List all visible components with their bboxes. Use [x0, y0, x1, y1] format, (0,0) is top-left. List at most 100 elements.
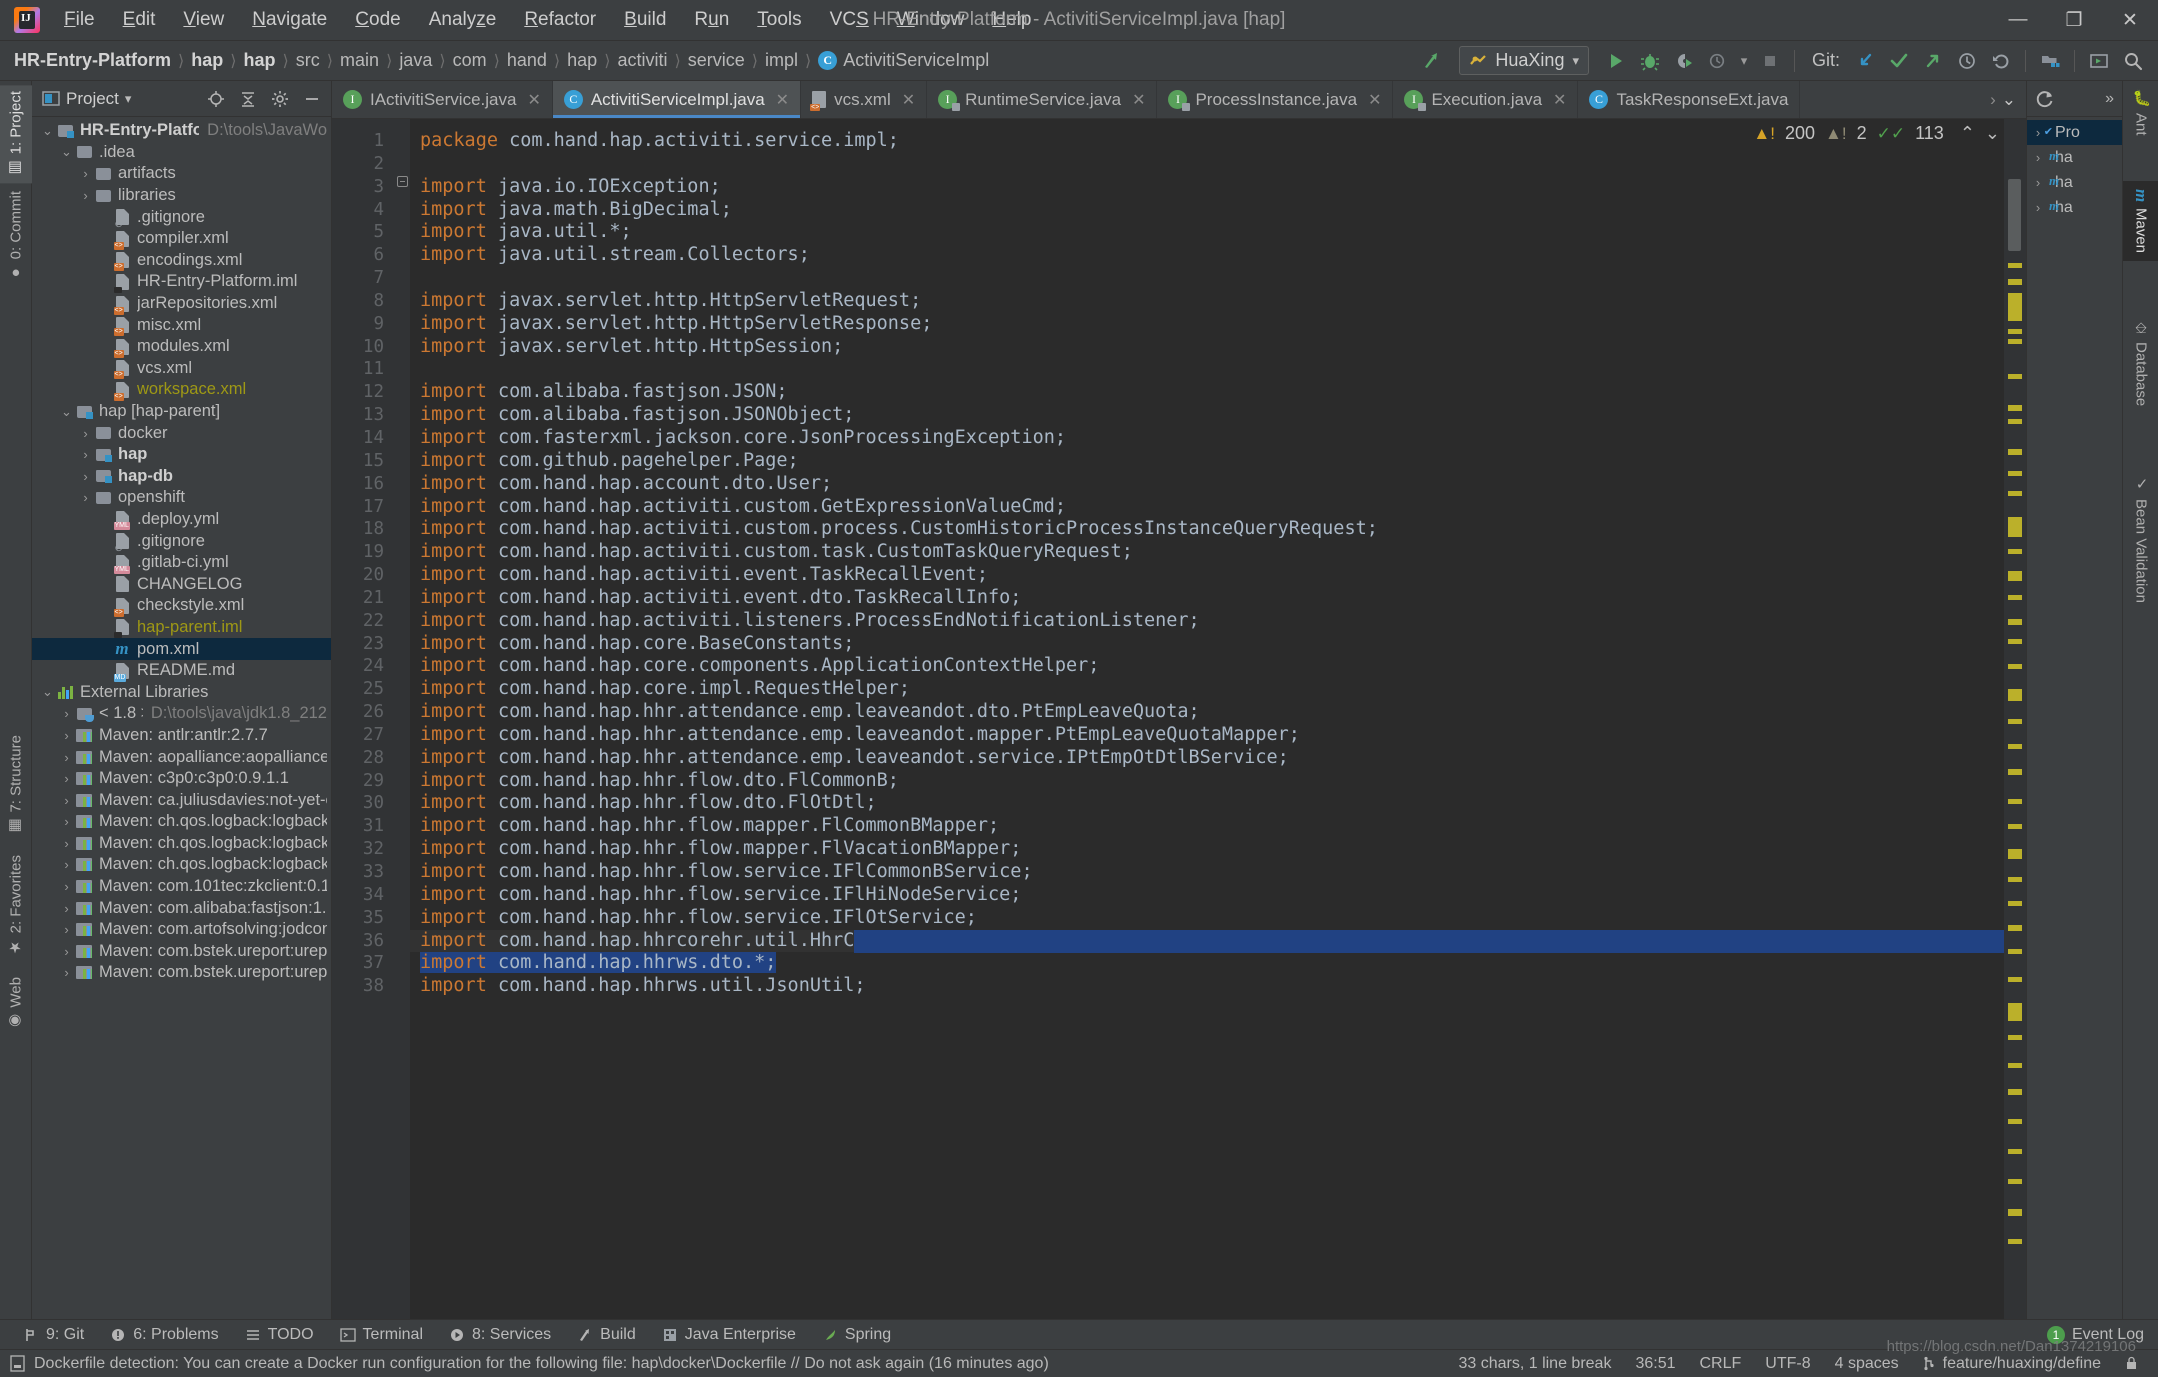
next-problem-icon[interactable]: ⌄	[1985, 123, 2000, 144]
tree-row[interactable]: ⌄HR-Entry-PlatformD:\tools\JavaWo	[32, 120, 331, 142]
project-structure-icon[interactable]	[2033, 46, 2067, 76]
code-line[interactable]: import com.alibaba.fastjson.JSONObject;	[410, 404, 2004, 427]
run-anything-icon[interactable]	[2082, 46, 2116, 76]
tab-overflow-controls[interactable]: › ⌄	[1980, 81, 2026, 118]
chevron-down-icon[interactable]: ⌄	[59, 144, 74, 160]
tree-row[interactable]: YML.deploy.yml	[32, 509, 331, 531]
code-line[interactable]: import java.math.BigDecimal;	[410, 199, 2004, 222]
tree-row[interactable]: ›hap-db	[32, 466, 331, 488]
tree-row[interactable]: ›Maven: antlr:antlr:2.7.7	[32, 725, 331, 747]
maven-project-tree[interactable]: ›Pro›mha›mha›mha	[2027, 117, 2122, 1319]
tree-row[interactable]: <>modules.xml	[32, 336, 331, 358]
editor-tab[interactable]: vcs.xml✕	[801, 81, 927, 118]
sidebar-item-web[interactable]: ◉ Web	[0, 971, 32, 1037]
breadcrumb-item-7[interactable]: hand	[507, 50, 547, 71]
chevron-right-icon[interactable]: ›	[78, 188, 93, 203]
tree-row[interactable]: <>encodings.xml	[32, 250, 331, 272]
sidebar-item-bean-validation[interactable]: ✓ Bean Validation	[2123, 467, 2158, 611]
code-editor[interactable]: 1234567891011121314151617181920212223242…	[332, 119, 2026, 1319]
code-line[interactable]: import com.alibaba.fastjson.JSON;	[410, 381, 2004, 404]
code-line[interactable]: import com.hand.hap.hhrws.util.JsonUtil;	[410, 975, 2004, 998]
chevron-right-icon[interactable]: ›	[59, 944, 74, 959]
tree-row[interactable]: MDREADME.md	[32, 660, 331, 682]
menu-item-tools[interactable]: Tools	[743, 5, 815, 35]
code-line[interactable]: import com.hand.hap.hhr.attendance.emp.l…	[410, 724, 2004, 747]
breadcrumb-item-4[interactable]: main	[340, 50, 379, 71]
chevron-right-icon[interactable]: ›	[59, 922, 74, 937]
menu-item-vcs[interactable]: VCS	[816, 5, 883, 35]
tree-row[interactable]: ⌄External Libraries	[32, 681, 331, 703]
code-line[interactable]: import com.fasterxml.jackson.core.JsonPr…	[410, 427, 2004, 450]
close-tab-icon[interactable]: ✕	[527, 90, 540, 110]
profile-icon[interactable]	[1701, 46, 1735, 76]
menu-item-window[interactable]: Window	[883, 5, 979, 35]
code-line[interactable]: import com.hand.hap.hhr.flow.service.IFl…	[410, 884, 2004, 907]
close-tab-icon[interactable]: ✕	[1368, 90, 1381, 110]
tree-row[interactable]: ›Maven: aopalliance:aopalliance:1.	[32, 746, 331, 768]
breadcrumb-item-6[interactable]: com	[453, 50, 487, 71]
menu-item-run[interactable]: Run	[680, 5, 743, 35]
tool-window-terminal[interactable]: Terminal	[327, 1326, 436, 1344]
git-push-icon[interactable]	[1916, 46, 1950, 76]
tree-row[interactable]: ⊘.gitignore	[32, 206, 331, 228]
editor-tab[interactable]: IProcessInstance.java✕	[1157, 81, 1393, 118]
code-line[interactable]: import com.hand.hap.hhr.flow.service.IFl…	[410, 861, 2004, 884]
menu-item-navigate[interactable]: Navigate	[238, 5, 341, 35]
tree-row[interactable]: ›< 1.8 >D:\tools\java\jdk1.8_212	[32, 703, 331, 725]
code-line[interactable]: import javax.servlet.http.HttpServletRes…	[410, 313, 2004, 336]
locate-icon[interactable]	[203, 87, 229, 111]
code-line[interactable]: import com.hand.hap.hhr.attendance.emp.l…	[410, 747, 2004, 770]
status-line-separator[interactable]: CRLF	[1700, 1355, 1742, 1373]
tree-row[interactable]: <>workspace.xml	[32, 379, 331, 401]
code-line[interactable]: import java.util.*;	[410, 221, 2004, 244]
code-folding-column[interactable]	[394, 119, 410, 1319]
code-line[interactable]: import com.github.pagehelper.Page;	[410, 450, 2004, 473]
sidebar-item-database[interactable]: ⎒ Database	[2123, 313, 2158, 414]
code-line[interactable]: import com.hand.hap.activiti.listeners.P…	[410, 610, 2004, 633]
tree-row[interactable]: ›artifacts	[32, 163, 331, 185]
chevron-right-icon[interactable]: ›	[59, 728, 74, 743]
tool-window-build[interactable]: Build	[564, 1326, 649, 1344]
editor-tab[interactable]: IRuntimeService.java✕	[927, 81, 1157, 118]
menu-item-code[interactable]: Code	[341, 5, 414, 35]
chevron-right-icon[interactable]: ›	[2031, 200, 2045, 215]
editor-tab[interactable]: IExecution.java✕	[1393, 81, 1578, 118]
status-caret-position[interactable]: 36:51	[1635, 1355, 1675, 1373]
code-line[interactable]: import com.hand.hap.account.dto.User;	[410, 473, 2004, 496]
chevron-right-icon[interactable]: ›	[59, 879, 74, 894]
run-icon[interactable]	[1599, 46, 1633, 76]
fold-imports-icon[interactable]	[397, 176, 408, 187]
tree-row[interactable]: <>jarRepositories.xml	[32, 293, 331, 315]
chevron-right-icon[interactable]: ›	[1990, 90, 1996, 110]
chevron-right-icon[interactable]: ›	[59, 706, 74, 721]
prev-problem-icon[interactable]: ⌃	[1960, 123, 1975, 144]
maven-tree-row[interactable]: ›mha	[2027, 195, 2122, 220]
maven-tree-row[interactable]: ›Pro	[2027, 120, 2122, 145]
make-project-icon[interactable]	[1415, 46, 1449, 76]
tool-window-problems[interactable]: 6: Problems	[97, 1326, 231, 1344]
code-line[interactable]: import javax.servlet.http.HttpServletReq…	[410, 290, 2004, 313]
collapse-all-icon[interactable]	[235, 87, 261, 111]
refresh-icon[interactable]	[2035, 89, 2055, 109]
chevron-right-icon[interactable]: ›	[2031, 150, 2045, 165]
tree-row[interactable]: ›libraries	[32, 185, 331, 207]
breadcrumb-item-9[interactable]: activiti	[617, 50, 667, 71]
stop-icon[interactable]	[1753, 46, 1787, 76]
menu-item-view[interactable]: View	[169, 5, 238, 35]
chevron-down-icon[interactable]: ⌄	[59, 404, 74, 420]
code-line[interactable]	[410, 153, 2004, 176]
close-tab-icon[interactable]: ✕	[1132, 90, 1145, 110]
close-button[interactable]: ✕	[2102, 0, 2158, 40]
lock-icon[interactable]	[2125, 1356, 2138, 1371]
breadcrumb-item-10[interactable]: service	[688, 50, 745, 71]
code-line[interactable]: import java.io.IOException;	[410, 176, 2004, 199]
close-tab-icon[interactable]: ✕	[776, 90, 789, 110]
tree-row[interactable]: <>misc.xml	[32, 314, 331, 336]
tree-row[interactable]: ›Maven: c3p0:c3p0:0.9.1.1	[32, 768, 331, 790]
code-line[interactable]: import com.hand.hap.activiti.event.TaskR…	[410, 564, 2004, 587]
sidebar-item-commit[interactable]: ● 0: Commit	[0, 185, 32, 287]
maven-tree-row[interactable]: ›mha	[2027, 170, 2122, 195]
status-message-area[interactable]: Dockerfile detection: You can create a D…	[10, 1355, 1049, 1373]
tree-row[interactable]: ›openshift	[32, 487, 331, 509]
menu-item-file[interactable]: FFileile	[50, 5, 109, 35]
